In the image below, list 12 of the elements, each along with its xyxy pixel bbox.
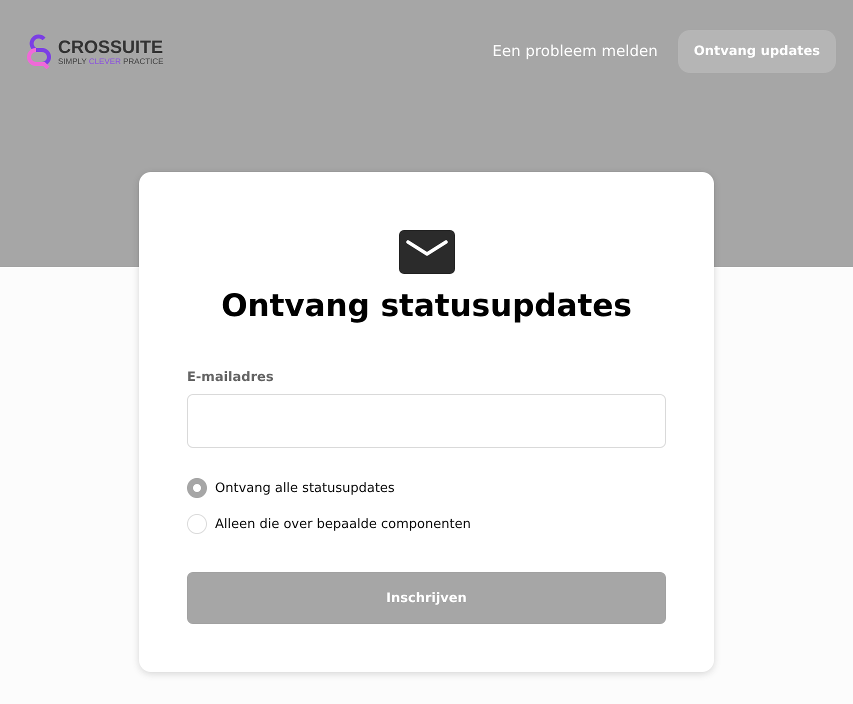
card-title: Ontvang statusupdates <box>220 288 633 324</box>
email-label: E-mailadres <box>187 370 275 385</box>
logo-name: CROSSUITE <box>58 36 164 56</box>
logo-icon <box>24 33 54 69</box>
radio-button[interactable] <box>187 478 207 498</box>
radio-label: Alleen die over bepaalde componenten <box>215 516 471 532</box>
report-problem-link[interactable]: Een probleem melden <box>492 42 658 60</box>
updates-button[interactable]: Ontvang updates <box>678 30 836 72</box>
email-field[interactable] <box>187 394 666 448</box>
radio-label: Ontvang alle statusupdates <box>215 480 395 496</box>
envelope-icon <box>398 230 454 274</box>
logo-tagline: SIMPLY CLEVER PRACTICE <box>58 56 164 66</box>
